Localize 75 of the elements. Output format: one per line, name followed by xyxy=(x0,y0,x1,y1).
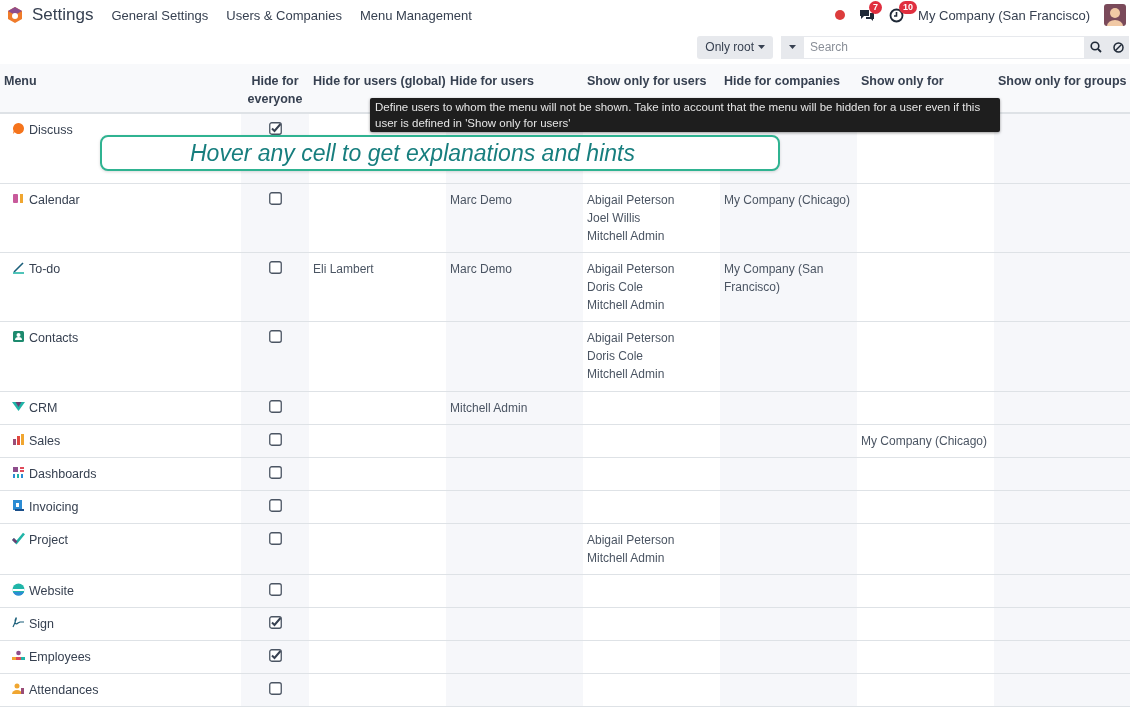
chat-bubble-icon xyxy=(12,122,25,135)
clear-icon xyxy=(1112,41,1124,53)
menu-name: Sign xyxy=(29,616,55,632)
checkbox[interactable] xyxy=(268,192,282,205)
menu-name: Project xyxy=(29,532,68,548)
checkbox[interactable] xyxy=(268,400,282,413)
search-field[interactable]: Search xyxy=(803,35,1085,59)
invoice-icon xyxy=(12,499,25,512)
column-header[interactable]: Hide for everyone xyxy=(241,64,309,112)
menu-name: Calendar xyxy=(29,192,80,208)
activity-count: 10 xyxy=(899,0,918,14)
table-cell-text: Abigail Peterson Mitchell Admin xyxy=(586,532,676,567)
menu-name: Dashboards xyxy=(29,466,97,482)
avatar-icon[interactable] xyxy=(1104,4,1126,26)
checkbox[interactable] xyxy=(268,616,282,629)
menu-name: Contacts xyxy=(29,330,79,346)
table-cell: Mitchell Admin xyxy=(446,392,583,424)
checkbox[interactable] xyxy=(268,466,282,479)
search-icon xyxy=(1090,41,1102,53)
pen-icon xyxy=(12,261,25,274)
table-cell: Marc Demo xyxy=(446,184,583,252)
logo-icon[interactable] xyxy=(6,6,24,24)
checkbox[interactable] xyxy=(268,532,282,545)
messages-icon[interactable] xyxy=(859,8,876,22)
nav-menu-item[interactable]: Users & Companies xyxy=(226,7,342,23)
table-cell-text: Abigail Peterson Joel Willis Mitchell Admin xyxy=(586,192,676,245)
checkbox[interactable] xyxy=(268,433,282,446)
search-button[interactable] xyxy=(1085,35,1107,59)
clear-button[interactable] xyxy=(1107,35,1129,59)
tooltip: Define users to whom the menu will not be shown. Take into account that the menu will be hidden for a user even if this user is defined in 'Show only for users' xyxy=(370,98,1000,132)
company-switcher[interactable]: My Company (San Francisco) xyxy=(918,7,1090,23)
menu-name: To-do xyxy=(29,261,61,277)
caret-icon xyxy=(788,45,796,49)
clock-icon[interactable] xyxy=(889,7,905,23)
app-title: Settings xyxy=(32,5,94,25)
checkbox[interactable] xyxy=(268,583,282,596)
table-cell-text: Abigail Peterson Doris Cole Mitchell Admin xyxy=(586,261,676,314)
globe-icon xyxy=(12,583,25,596)
person-icon xyxy=(12,682,25,695)
menu-name: Employees xyxy=(29,649,91,665)
checkmark-icon xyxy=(12,532,25,545)
diamond-icon xyxy=(12,400,25,413)
checkbox[interactable] xyxy=(268,682,282,695)
hint-callout: Hover any cell to get explanations and hints xyxy=(100,135,780,171)
calendar-icon xyxy=(12,192,25,205)
people-icon xyxy=(12,649,25,662)
table-cell: My Company (Chicago) xyxy=(720,184,857,252)
search-options-toggle[interactable] xyxy=(781,35,803,59)
checkbox[interactable] xyxy=(268,261,282,274)
message-count: 7 xyxy=(869,1,883,14)
filter-dropdown[interactable]: Only root xyxy=(697,35,773,59)
nav-menu-item[interactable]: General Settings xyxy=(111,7,209,23)
caret-icon xyxy=(758,45,765,49)
menu-name: CRM xyxy=(29,400,58,416)
menu-name: Discuss xyxy=(29,122,73,138)
checkbox[interactable] xyxy=(268,649,282,662)
checkbox[interactable] xyxy=(268,330,282,343)
contact-card-icon xyxy=(12,330,25,343)
table-cell: Marc Demo xyxy=(446,253,583,321)
table-cell: My Company (San Francisco) xyxy=(720,253,857,321)
signature-icon xyxy=(12,616,25,629)
column-header[interactable]: Menu xyxy=(0,64,41,112)
table-cell-text: My Company (Chicago) xyxy=(860,433,989,450)
checkbox[interactable] xyxy=(268,122,282,135)
status-dot-icon[interactable] xyxy=(835,10,846,20)
menu-name: Sales xyxy=(29,433,61,449)
dashboard-icon xyxy=(12,466,25,479)
nav-menu-item[interactable]: Menu Management xyxy=(359,7,472,23)
menu-name: Attendances xyxy=(29,682,99,698)
bar-chart-icon xyxy=(12,433,25,446)
checkbox[interactable] xyxy=(268,499,282,512)
table-cell-text: Abigail Peterson Doris Cole Mitchell Admin xyxy=(586,330,676,383)
menu-name: Invoicing xyxy=(29,499,79,515)
menu-name: Website xyxy=(29,583,74,599)
table-cell-text: Eli Lambert xyxy=(312,261,375,278)
